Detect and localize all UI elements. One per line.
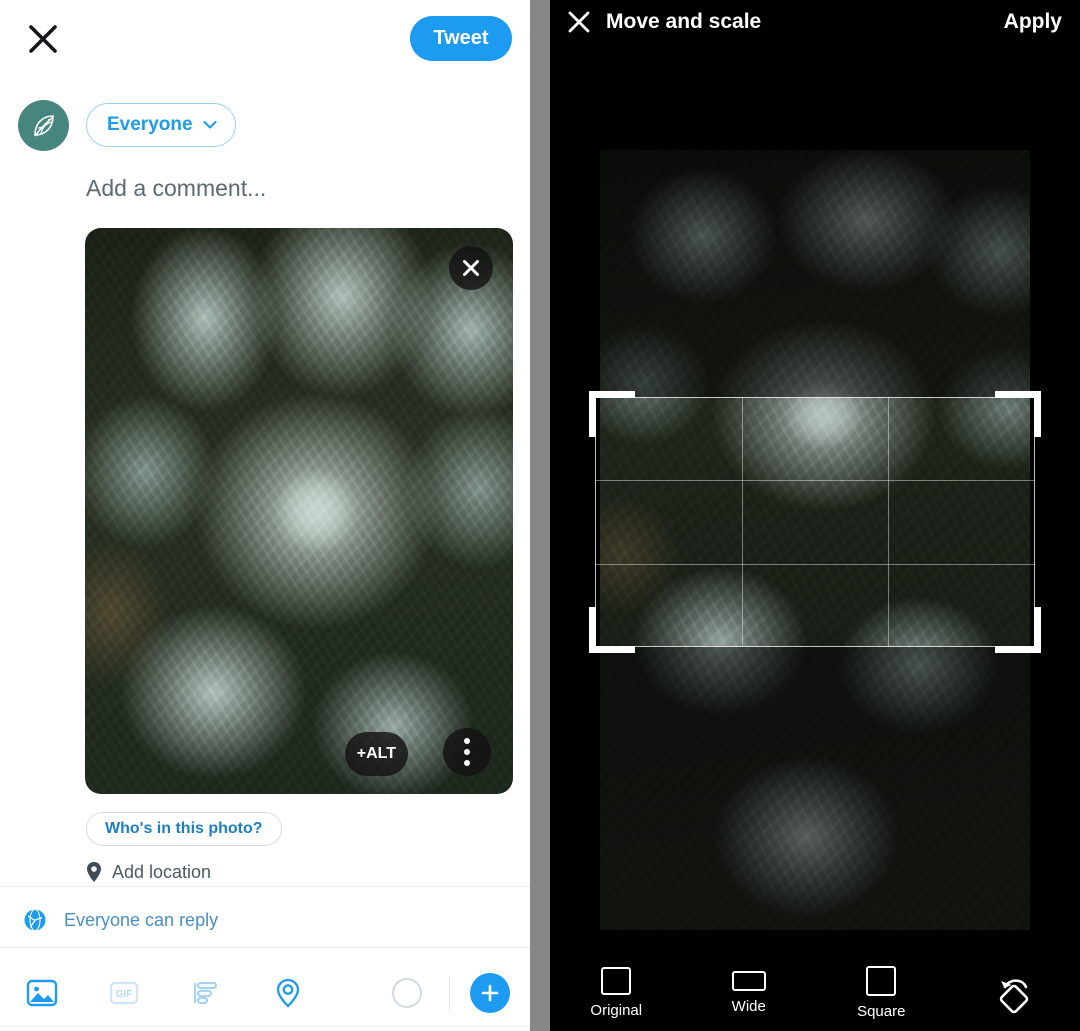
panel-divider: [530, 0, 550, 1031]
audience-selector[interactable]: Everyone: [86, 103, 236, 147]
alt-text-button[interactable]: +ALT: [344, 732, 408, 776]
crop-edge-left: [595, 397, 596, 647]
editor-header: Move and scale Apply: [550, 0, 1080, 44]
divider: [0, 947, 530, 948]
divider: [0, 1026, 530, 1027]
tag-people-button[interactable]: Who's in this photo?: [86, 812, 282, 846]
char-count-circle-icon[interactable]: [385, 971, 429, 1015]
crop-editor-panel: Move and scale Apply Original Wide Squar…: [550, 0, 1080, 1031]
reply-setting-label: Everyone can reply: [64, 909, 219, 930]
reply-setting-row[interactable]: Everyone can reply: [0, 895, 530, 945]
ratio-option-square[interactable]: Square: [815, 966, 948, 1020]
photo-preview[interactable]: +ALT: [85, 228, 513, 794]
crop-edge-right: [1034, 397, 1035, 647]
ratio-option-original[interactable]: Original: [550, 967, 683, 1019]
location-icon[interactable]: [266, 971, 310, 1015]
editor-title: Move and scale: [606, 10, 762, 33]
ratio-option-wide[interactable]: Wide: [683, 971, 816, 1015]
add-location-label: Add location: [112, 861, 212, 882]
add-location-button[interactable]: Add location: [84, 860, 211, 884]
rotate-button[interactable]: [948, 971, 1080, 1015]
avatar-audience-row: Everyone: [0, 100, 530, 152]
ratio-label: Wide: [731, 998, 766, 1015]
app-screen: Tweet Everyone Add a comment... +ALT Who…: [0, 0, 1080, 1031]
dot: [464, 760, 470, 766]
crop-dim-bottom: [600, 647, 1030, 930]
audience-label: Everyone: [107, 114, 193, 135]
svg-text:GIF: GIF: [116, 989, 133, 1000]
poll-icon[interactable]: [184, 971, 228, 1015]
add-tweet-icon[interactable]: [470, 973, 510, 1013]
close-icon[interactable]: [564, 7, 594, 37]
tweet-button[interactable]: Tweet: [410, 16, 512, 61]
photo-more-options-button[interactable]: [443, 728, 491, 776]
aspect-ratio-bar: Original Wide Square: [550, 955, 1080, 1031]
wide-shape-icon: [731, 971, 766, 991]
apply-button[interactable]: Apply: [1004, 10, 1062, 34]
location-pin-icon: [87, 862, 101, 882]
avatar[interactable]: [18, 100, 69, 151]
close-icon: [463, 260, 479, 276]
comment-input[interactable]: Add a comment...: [0, 174, 530, 202]
divider: [0, 886, 530, 887]
close-icon[interactable]: [26, 22, 60, 56]
ratio-label: Original: [590, 1002, 643, 1019]
compose-header: Tweet: [0, 0, 530, 80]
dot: [464, 749, 470, 755]
compose-toolbar: GIF: [0, 960, 530, 1026]
ratio-label: Square: [857, 1003, 906, 1020]
rotate-icon: [999, 979, 1028, 1014]
compose-panel: Tweet Everyone Add a comment... +ALT Who…: [0, 0, 530, 1031]
leaf-avatar-icon: [33, 114, 54, 136]
crop-image-canvas[interactable]: [600, 150, 1030, 930]
chevron-down-icon: [202, 120, 217, 129]
dot: [464, 738, 470, 744]
divider: [449, 976, 450, 1010]
square-shape-icon: [866, 966, 897, 996]
crop-dim-top: [600, 150, 1030, 397]
gif-icon[interactable]: GIF: [102, 971, 146, 1015]
original-shape-icon: [601, 967, 632, 995]
remove-photo-button[interactable]: [449, 246, 493, 290]
media-icon[interactable]: [20, 971, 64, 1015]
succulent-photo: [85, 228, 513, 794]
globe-icon: [24, 908, 46, 932]
